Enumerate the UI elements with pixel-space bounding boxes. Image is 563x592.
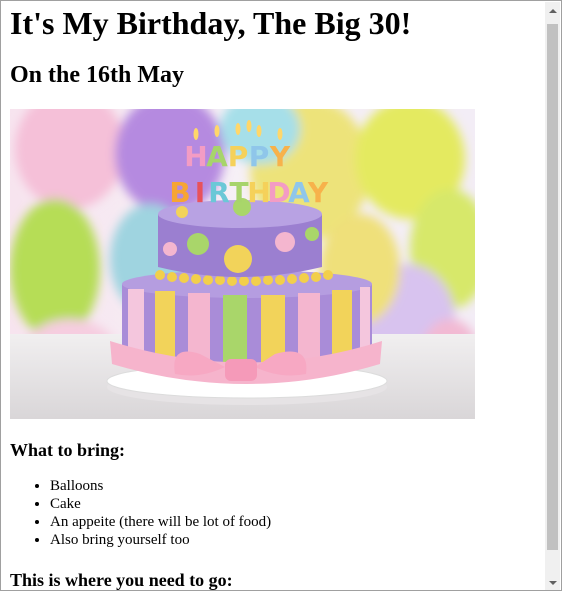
candle-letter: I [195,176,205,209]
page-title: It's My Birthday, The Big 30! [10,5,412,41]
list-item: Also bring yourself too [50,531,540,549]
candle-letter: T [229,176,248,209]
scroll-down-arrow-icon[interactable] [545,574,560,590]
candle-letter: Y [307,176,329,209]
candle-letter: P [249,140,270,173]
birthday-cake-image: H A P P Y B I R T H D A Y [10,109,475,419]
candle-letter: Y [269,140,291,173]
directions-heading: This is where you need to go: [10,570,233,590]
page-content: It's My Birthday, The Big 30! On the 16t… [10,1,540,590]
candle-letter: D [267,176,290,209]
candle-letter: B [169,176,190,209]
bring-list: Balloons Cake An appeite (there will be … [10,477,540,549]
list-item: An appeite (there will be lot of food) [50,513,540,531]
candle-letter: A [288,176,310,209]
list-item: Balloons [50,477,540,495]
scrollbar-thumb[interactable] [547,24,558,550]
candle-letter: P [228,140,249,173]
bring-heading: What to bring: [10,440,126,460]
scroll-up-arrow-icon[interactable] [545,2,560,19]
vertical-scrollbar[interactable] [545,2,560,590]
browser-viewport: It's My Birthday, The Big 30! On the 16t… [0,0,562,591]
cake-illustration: H A P P Y B I R T H D A Y [10,109,475,419]
candle-letter: A [206,140,228,173]
page-subtitle: On the 16th May [10,62,184,88]
list-item: Cake [50,495,540,513]
candle-letter: H [184,140,207,173]
candle-letter: R [208,176,230,209]
